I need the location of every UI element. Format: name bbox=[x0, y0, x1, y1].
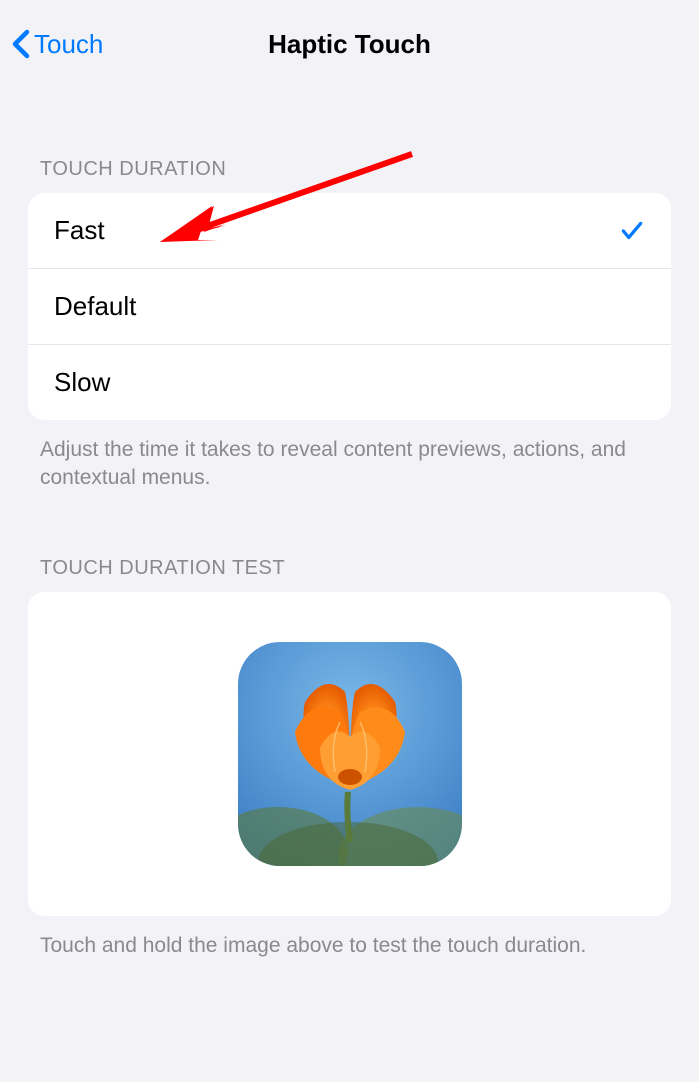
option-slow[interactable]: Slow bbox=[28, 345, 671, 420]
option-label: Default bbox=[54, 291, 645, 322]
option-label: Fast bbox=[54, 215, 619, 246]
test-image[interactable] bbox=[238, 642, 462, 866]
back-label: Touch bbox=[34, 29, 103, 60]
section-footer-test: Touch and hold the image above to test t… bbox=[0, 916, 699, 960]
back-button[interactable]: Touch bbox=[8, 21, 107, 68]
section-header-test: TOUCH DURATION TEST bbox=[0, 557, 699, 580]
nav-bar: Touch Haptic Touch bbox=[0, 0, 699, 88]
page-title: Haptic Touch bbox=[268, 29, 431, 60]
checkmark-icon bbox=[619, 218, 645, 244]
option-default[interactable]: Default bbox=[28, 269, 671, 345]
duration-options-group: Fast Default Slow bbox=[28, 193, 671, 420]
option-label: Slow bbox=[54, 367, 645, 398]
section-footer-duration: Adjust the time it takes to reveal conte… bbox=[0, 420, 699, 493]
section-header-duration: TOUCH DURATION bbox=[0, 158, 699, 181]
test-group bbox=[28, 592, 671, 916]
option-fast[interactable]: Fast bbox=[28, 193, 671, 269]
chevron-left-icon bbox=[12, 29, 30, 59]
